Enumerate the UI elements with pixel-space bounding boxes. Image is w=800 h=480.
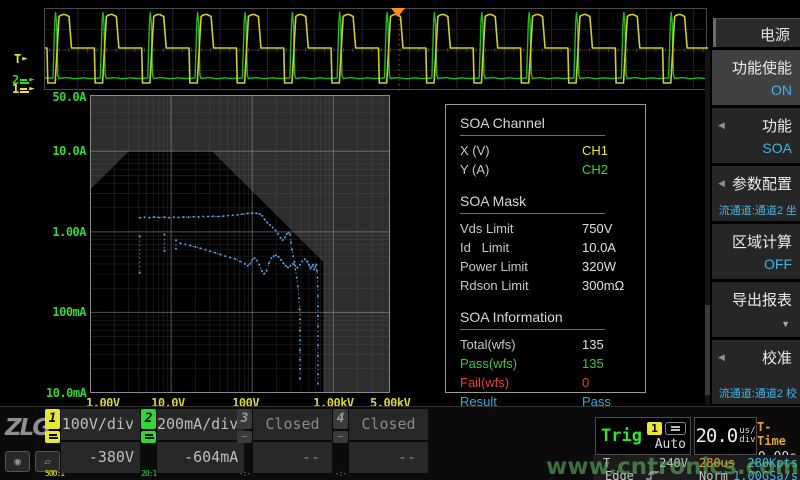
channel-3-offset: --	[253, 442, 332, 473]
channel-3-badge: 3	[237, 409, 252, 429]
sidebar-item-function-enable[interactable]: 功能使能ON	[712, 50, 800, 105]
channel-4-probe-ratio: -:-	[333, 469, 348, 479]
sidebar-header-power: 电源	[713, 18, 800, 47]
trigger-level-marker[interactable]: T►	[14, 52, 28, 66]
channel-3-scale: Closed	[253, 409, 332, 440]
channel-1-coupling-icon	[45, 431, 60, 443]
sidebar-item-area-calc[interactable]: 区域计算OFF	[712, 224, 800, 279]
soa-information-rows: Total(wfs)135Pass(wfs)135Fail(wfs)0Resul…	[460, 337, 633, 413]
info-row: Id Limit10.0A	[460, 240, 633, 259]
sidebar-item-function[interactable]: ◀功能SOA	[712, 108, 800, 163]
info-row: Fail(wfs)0	[460, 375, 633, 394]
soa-plot-canvas	[90, 95, 390, 393]
soa-y-tick-label: 50.0A	[46, 90, 86, 104]
timebase-value: 20.0	[695, 425, 737, 447]
soa-y-tick-label: 1.00A	[46, 225, 86, 239]
trigger-coupling-icon	[665, 422, 686, 435]
soa-info-panel: SOA Channel X (V)CH1Y (A)CH2 SOA Mask Vd…	[445, 104, 646, 393]
channel-2-scale: 200mA/div	[157, 409, 244, 440]
channel-1-ground-marker[interactable]: 1►	[12, 79, 35, 98]
channel-2-probe-ratio: 20:1	[141, 469, 156, 479]
channel-2-offset: -604mA	[157, 442, 244, 473]
info-row: Vds Limit750V	[460, 221, 633, 240]
submenu-left-arrow-icon: ◀	[718, 178, 725, 189]
soa-mask-header: SOA Mask	[460, 193, 605, 214]
channel-1-probe-ratio: 500:1	[45, 469, 60, 479]
channel-1-offset: -380V	[61, 442, 140, 473]
channel-2-badge: 2	[141, 409, 156, 429]
channel-1-block[interactable]: 1 500:1 100V/div-380V	[45, 409, 140, 479]
trigger-label: Trig	[596, 418, 642, 454]
channel-2-coupling-icon	[141, 431, 156, 443]
channel-status-blocks: 1500:1100V/div-380V220:1200mA/div-604mA3…	[45, 409, 429, 479]
dc-coupling-icon	[20, 79, 28, 98]
soa-y-tick-label: 10.0mA	[46, 386, 86, 400]
trigger-mode: Auto	[655, 437, 686, 452]
channel-3-block[interactable]: 3 – -:- Closed--	[237, 409, 332, 479]
sidebar-item-export-report[interactable]: 导出报表▼	[712, 282, 800, 337]
info-row: X (V)CH1	[460, 143, 633, 162]
timebase-status-box[interactable]: 20.0 us/div T-Time 0.00s	[694, 417, 800, 455]
channel-1-scale: 100V/div	[61, 409, 140, 440]
info-row: Y (A)CH2	[460, 162, 633, 181]
watermark: www.cntronics.com	[546, 454, 799, 480]
marker-arrow-icon: ►	[22, 54, 27, 64]
trigger-source-badge: 1	[647, 422, 662, 435]
timebase-unit: us/div	[739, 427, 755, 445]
sidebar-scrollbar-thumb[interactable]	[705, 305, 710, 395]
dropdown-arrow-icon: ▼	[781, 319, 790, 329]
sidebar-item-param-config[interactable]: ◀参数配置流通道:通道2 坐	[712, 166, 800, 221]
soa-mask-rows: Vds Limit750VId Limit10.0APower Limit320…	[460, 221, 633, 297]
waveform-traces	[45, 9, 708, 91]
soa-y-tick-label: 10.0A	[46, 144, 86, 158]
sidebar-item-calibration[interactable]: ◀校准流通道:通道2 校	[712, 340, 800, 404]
marker-arrow-icon: ►	[29, 84, 34, 94]
submenu-left-arrow-icon: ◀	[718, 120, 725, 131]
channel-3-probe-ratio: -:-	[237, 469, 252, 479]
soa-y-tick-label: 100mA	[46, 305, 86, 319]
channel-1-badge: 1	[45, 409, 60, 429]
submenu-left-arrow-icon: ◀	[718, 352, 725, 363]
soa-information-header: SOA Information	[460, 309, 605, 330]
channel-2-block[interactable]: 220:1200mA/div-604mA	[141, 409, 236, 479]
info-row: Total(wfs)135	[460, 337, 633, 356]
oscilloscope-screen: T►2►1► 50.0A10.0A1.00A100mA10.0mA1.00V10…	[0, 0, 800, 480]
trigger-status-box[interactable]: Trig 1 Auto	[595, 417, 691, 455]
soa-channel-header: SOA Channel	[460, 115, 605, 136]
ttime-label: T-Time	[757, 420, 797, 448]
soa-plot	[90, 95, 390, 393]
channel-4-offset: --	[349, 442, 428, 473]
info-row: Rdson Limit300mΩ	[460, 278, 633, 297]
info-row: Pass(wfs)135	[460, 356, 633, 375]
waveform-panel	[44, 8, 707, 90]
info-row: Power Limit320W	[460, 259, 633, 278]
sidebar-scrollbar[interactable]	[705, 50, 710, 405]
channel-4-scale: Closed	[349, 409, 428, 440]
soa-channel-rows: X (V)CH1Y (A)CH2	[460, 143, 633, 181]
channel-4-block[interactable]: 4 – -:- Closed--	[333, 409, 428, 479]
channel-4-badge: 4	[333, 409, 348, 429]
trigger-position-marker-icon[interactable]	[391, 8, 405, 17]
channel-4-coupling-icon: –	[333, 431, 348, 443]
knob-icon: ◉	[5, 451, 30, 472]
channel-3-coupling-icon: –	[237, 431, 252, 443]
